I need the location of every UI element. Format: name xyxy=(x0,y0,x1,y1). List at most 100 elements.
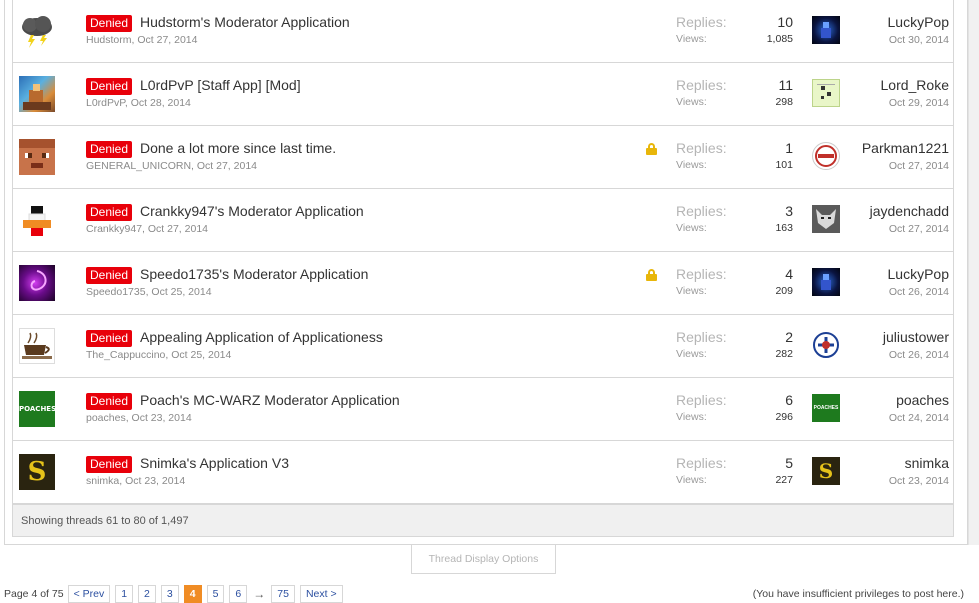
thread-start-date: Oct 23, 2014 xyxy=(125,475,186,487)
thread-row[interactable]: Denied Crankky947's Moderator Applicatio… xyxy=(12,189,954,252)
replies-label: Replies: xyxy=(676,266,727,282)
thread-meta: The_Cappuccino, Oct 25, 2014 xyxy=(86,349,232,361)
replies-label: Replies: xyxy=(676,455,727,471)
dark-blue-figure-icon[interactable] xyxy=(812,16,840,44)
denied-prefix-badge[interactable]: Denied xyxy=(86,267,133,284)
thread-display-options-button[interactable]: Thread Display Options xyxy=(411,545,556,574)
author-link[interactable]: The_Cappuccino xyxy=(86,349,165,361)
scrollbar-track[interactable] xyxy=(968,0,979,545)
circle-logo-icon[interactable] xyxy=(812,142,840,170)
page-skip-arrow-icon[interactable]: → xyxy=(253,587,265,601)
coffee-cup-icon[interactable] xyxy=(19,328,55,364)
thread-title-link[interactable]: Done a lot more since last time. xyxy=(140,140,336,156)
purple-swirl-icon[interactable] xyxy=(19,265,55,301)
last-poster-link[interactable]: LuckyPop xyxy=(888,266,949,282)
thread-row[interactable]: Denied Hudstorm's Moderator Application … xyxy=(12,0,954,63)
last-post-date-link[interactable]: Oct 26, 2014 xyxy=(889,349,949,361)
thread-title-link[interactable]: Appealing Application of Applicationess xyxy=(140,329,383,345)
poaches-logo-icon[interactable]: POACHES xyxy=(19,391,56,427)
pixel-landscape-icon[interactable] xyxy=(19,76,55,112)
gold-s-icon[interactable]: S xyxy=(812,457,840,485)
thread-start-date: Oct 28, 2014 xyxy=(130,97,191,109)
last-post-date-link[interactable]: Oct 27, 2014 xyxy=(889,160,949,172)
thread-meta: snimka, Oct 23, 2014 xyxy=(86,475,186,487)
thread-start-date: Oct 25, 2014 xyxy=(151,286,212,298)
views-count: 298 xyxy=(775,96,793,108)
last-poster-link[interactable]: Parkman1221 xyxy=(862,140,949,156)
denied-prefix-badge[interactable]: Denied xyxy=(86,456,133,473)
last-poster-link[interactable]: snimka xyxy=(905,455,949,471)
last-post-date-link[interactable]: Oct 30, 2014 xyxy=(889,34,949,46)
pixel-duck-icon[interactable] xyxy=(19,202,55,238)
views-count: 282 xyxy=(775,348,793,360)
thread-row[interactable]: S Denied Snimka's Application V3 snimka,… xyxy=(12,441,954,504)
denied-prefix-badge[interactable]: Denied xyxy=(86,15,133,32)
replies-count: 3 xyxy=(785,203,793,219)
replies-count: 10 xyxy=(777,14,793,30)
thread-title-link[interactable]: Crankky947's Moderator Application xyxy=(140,203,364,219)
last-post-date-link[interactable]: Oct 29, 2014 xyxy=(889,97,949,109)
gold-s-icon[interactable]: S xyxy=(19,454,55,490)
page-button[interactable]: 2 xyxy=(138,585,156,603)
page-button[interactable]: 5 xyxy=(206,585,225,603)
thread-title-link[interactable]: L0rdPvP [Staff App] [Mod] xyxy=(140,77,301,93)
next-page-button[interactable]: Next > xyxy=(299,585,343,603)
current-page-button[interactable]: 4 xyxy=(183,585,202,603)
author-link[interactable]: poaches xyxy=(86,412,126,424)
page-button[interactable]: 3 xyxy=(160,585,179,603)
wolf-icon[interactable] xyxy=(812,205,840,233)
views-label: Views: xyxy=(676,474,707,486)
denied-prefix-badge[interactable]: Denied xyxy=(86,393,133,410)
poaches-logo-icon[interactable]: POACHES xyxy=(812,394,840,422)
thread-title-link[interactable]: Snimka's Application V3 xyxy=(140,455,289,471)
author-link[interactable]: snimka xyxy=(86,475,119,487)
last-poster-link[interactable]: poaches xyxy=(896,392,949,408)
denied-prefix-badge[interactable]: Denied xyxy=(86,78,133,95)
last-poster-link[interactable]: LuckyPop xyxy=(888,14,949,30)
thread-title-link[interactable]: Speedo1735's Moderator Application xyxy=(140,266,368,282)
club-crest-icon[interactable] xyxy=(812,331,840,359)
denied-prefix-badge[interactable]: Denied xyxy=(86,330,133,347)
thread-row[interactable]: Denied Appealing Application of Applicat… xyxy=(12,315,954,378)
last-poster-link[interactable]: Lord_Roke xyxy=(881,77,950,93)
pixel-face-icon[interactable] xyxy=(19,139,55,175)
thread-title-link[interactable]: Hudstorm's Moderator Application xyxy=(140,14,350,30)
last-poster-link[interactable]: juliustower xyxy=(883,329,949,345)
views-count: 1,085 xyxy=(766,33,793,45)
thread-row[interactable]: Denied L0rdPvP [Staff App] [Mod] L0rdPvP… xyxy=(12,63,954,126)
views-count: 163 xyxy=(775,222,793,234)
author-link[interactable]: Speedo1735 xyxy=(86,286,146,298)
last-post-date-link[interactable]: Oct 24, 2014 xyxy=(889,412,949,424)
thread-meta: Crankky947, Oct 27, 2014 xyxy=(86,223,208,235)
views-count: 101 xyxy=(775,159,793,171)
page-button[interactable]: 1 xyxy=(115,585,134,603)
denied-prefix-badge[interactable]: Denied xyxy=(86,204,133,221)
author-link[interactable]: Crankky947 xyxy=(86,223,142,235)
green-pattern-icon[interactable] xyxy=(812,79,840,107)
replies-count: 2 xyxy=(785,329,793,345)
replies-count: 5 xyxy=(785,455,793,471)
thread-row[interactable]: POACHES Denied Poach's MC-WARZ Moderator… xyxy=(12,378,954,441)
replies-label: Replies: xyxy=(676,329,727,345)
last-page-button[interactable]: 75 xyxy=(271,585,295,603)
thread-row[interactable]: Denied Done a lot more since last time. … xyxy=(12,126,954,189)
thread-title-link[interactable]: Poach's MC-WARZ Moderator Application xyxy=(140,392,400,408)
author-link[interactable]: Hudstorm xyxy=(86,34,132,46)
prev-page-button[interactable]: < Prev xyxy=(67,585,111,603)
dark-blue-figure-icon[interactable] xyxy=(812,268,840,296)
thread-row[interactable]: Denied Speedo1735's Moderator Applicatio… xyxy=(12,252,954,315)
last-post-date-link[interactable]: Oct 27, 2014 xyxy=(889,223,949,235)
author-link[interactable]: GENERAL_UNICORN xyxy=(86,160,191,172)
last-post-date-link[interactable]: Oct 26, 2014 xyxy=(889,286,949,298)
replies-label: Replies: xyxy=(676,203,727,219)
last-poster-link[interactable]: jaydenchadd xyxy=(870,203,949,219)
last-post-date-link[interactable]: Oct 23, 2014 xyxy=(889,475,949,487)
pagination: Page 4 of 75 < Prev 1 2 3 4 5 6 → 75 Nex… xyxy=(4,585,348,603)
storm-cloud-icon[interactable] xyxy=(19,13,55,49)
thread-meta: Speedo1735, Oct 25, 2014 xyxy=(86,286,212,298)
page-button[interactable]: 6 xyxy=(229,585,248,603)
replies-label: Replies: xyxy=(676,14,727,30)
denied-prefix-badge[interactable]: Denied xyxy=(86,141,133,158)
author-link[interactable]: L0rdPvP xyxy=(86,97,125,109)
views-count: 209 xyxy=(775,285,793,297)
